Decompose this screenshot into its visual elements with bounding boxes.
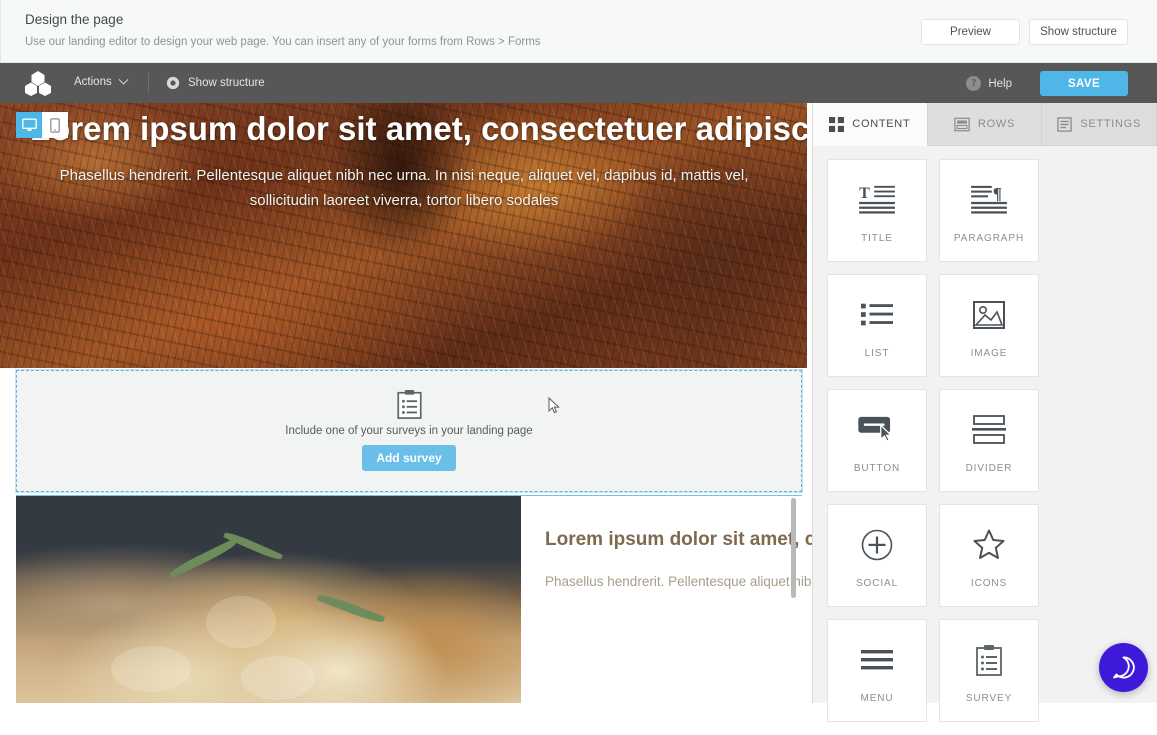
- tile-list-label: LIST: [864, 347, 890, 359]
- device-toggle: [16, 112, 68, 138]
- image-icon: [973, 293, 1005, 337]
- tile-icons[interactable]: ICONS: [939, 504, 1039, 607]
- button-icon: [857, 408, 897, 452]
- help-button[interactable]: ? Help: [966, 76, 1012, 91]
- toolbar-show-structure-button[interactable]: Show structure: [166, 76, 265, 90]
- content-row[interactable]: Lorem ipsum dolor sit amet, consectetur …: [16, 495, 812, 703]
- tile-image[interactable]: IMAGE: [939, 274, 1039, 377]
- show-structure-button[interactable]: Show structure: [1029, 19, 1128, 45]
- tile-menu-label: MENU: [860, 692, 894, 704]
- tile-social[interactable]: SOCIAL: [827, 504, 927, 607]
- survey-clipboard-icon: [976, 638, 1002, 682]
- mobile-phone-icon: [50, 117, 60, 133]
- rows-icon: [954, 117, 970, 131]
- editor-toolbar: Actions Show structure ? Help SAVE: [0, 63, 1157, 103]
- menu-hamburger-icon: [861, 638, 893, 682]
- content-heading[interactable]: Lorem ipsum dolor sit amet, consectetur …: [545, 520, 812, 560]
- tile-list[interactable]: LIST: [827, 274, 927, 377]
- actions-menu[interactable]: Actions: [74, 74, 129, 88]
- survey-placeholder-caption: Include one of your surveys in your land…: [285, 425, 533, 437]
- page-header: Design the page Use our landing editor t…: [0, 0, 1157, 63]
- settings-document-icon: [1057, 116, 1073, 132]
- save-button[interactable]: SAVE: [1040, 71, 1128, 96]
- title-icon: T: [858, 178, 896, 222]
- question-mark-icon: ?: [966, 76, 982, 91]
- survey-placeholder-block[interactable]: Include one of your surveys in your land…: [15, 369, 803, 493]
- tile-icons-label: ICONS: [970, 577, 1008, 589]
- chevron-down-icon: [118, 74, 129, 85]
- canvas-scrollbar[interactable]: [791, 498, 796, 598]
- grid-icon: [829, 116, 845, 132]
- page-subtitle: Use our landing editor to design your we…: [25, 36, 541, 48]
- tile-button[interactable]: BUTTON: [827, 389, 927, 492]
- hero-paragraph[interactable]: Phasellus hendrerit. Pellentesque alique…: [48, 163, 760, 213]
- editor-canvas: Lorem ipsum dolor sit amet, consectetuer…: [0, 103, 812, 703]
- tile-title-label: TITLE: [861, 232, 893, 244]
- content-body[interactable]: Phasellus hendrerit. Pellentesque alique…: [545, 574, 812, 589]
- chat-launcher-button[interactable]: [1099, 643, 1148, 692]
- right-panel: CONTENT ROWS SETTINGS T TITLE ¶ PARAGRAP…: [812, 103, 1157, 722]
- bread-highlight: [111, 646, 191, 692]
- tile-title[interactable]: T TITLE: [827, 159, 927, 262]
- tile-survey[interactable]: SURVEY: [939, 619, 1039, 722]
- svg-text:T: T: [859, 185, 870, 202]
- mobile-view-button[interactable]: [42, 112, 68, 138]
- content-text-column[interactable]: Lorem ipsum dolor sit amet, consectetur …: [521, 496, 812, 703]
- tile-paragraph-label: PARAGRAPH: [953, 232, 1025, 244]
- svg-text:¶: ¶: [993, 184, 1002, 203]
- toolbar-divider: [148, 73, 149, 93]
- chat-bubble-icon: [1113, 656, 1135, 679]
- bread-image[interactable]: [16, 496, 521, 703]
- tile-paragraph[interactable]: ¶ PARAGRAPH: [939, 159, 1039, 262]
- tile-image-label: IMAGE: [970, 347, 1008, 359]
- panel-tabs: CONTENT ROWS SETTINGS: [813, 103, 1157, 146]
- tile-survey-label: SURVEY: [965, 692, 1013, 704]
- tab-rows[interactable]: ROWS: [927, 103, 1043, 146]
- bread-highlight: [241, 656, 315, 700]
- tile-divider-label: DIVIDER: [965, 462, 1013, 474]
- actions-label: Actions: [74, 76, 112, 88]
- tile-button-label: BUTTON: [853, 462, 901, 474]
- toolbar-show-structure-label: Show structure: [188, 77, 265, 89]
- tab-content[interactable]: CONTENT: [813, 103, 928, 146]
- hero-heading[interactable]: Lorem ipsum dolor sit amet, consectetuer…: [30, 110, 807, 148]
- paragraph-icon: ¶: [970, 178, 1008, 222]
- hero-section[interactable]: Lorem ipsum dolor sit amet, consectetuer…: [0, 103, 807, 368]
- divider-icon: [972, 408, 1006, 452]
- tab-content-label: CONTENT: [852, 118, 911, 130]
- eye-icon: [166, 76, 180, 90]
- desktop-view-button[interactable]: [16, 112, 42, 138]
- app-logo-icon[interactable]: [24, 70, 52, 96]
- tile-social-label: SOCIAL: [855, 577, 899, 589]
- bread-highlight: [206, 596, 276, 648]
- content-tiles: T TITLE ¶ PARAGRAPH LIST IMAGE BUTTON DI…: [813, 146, 1157, 735]
- tab-settings-label: SETTINGS: [1080, 118, 1141, 130]
- monitor-icon: [21, 118, 37, 131]
- survey-clipboard-icon: [396, 389, 422, 419]
- tab-rows-label: ROWS: [977, 118, 1016, 130]
- tile-divider[interactable]: DIVIDER: [939, 389, 1039, 492]
- page-title: Design the page: [25, 12, 124, 27]
- list-icon: [861, 293, 893, 337]
- preview-button[interactable]: Preview: [921, 19, 1020, 45]
- social-plus-icon: [861, 523, 893, 567]
- star-icon: [973, 523, 1005, 567]
- tab-settings[interactable]: SETTINGS: [1042, 103, 1157, 146]
- header-actions: Preview Show structure: [921, 19, 1128, 45]
- help-label: Help: [988, 77, 1012, 90]
- add-survey-button[interactable]: Add survey: [362, 445, 456, 471]
- survey-placeholder-inner: Include one of your surveys in your land…: [17, 389, 801, 471]
- tile-menu[interactable]: MENU: [827, 619, 927, 722]
- mouse-cursor-icon: [548, 397, 560, 414]
